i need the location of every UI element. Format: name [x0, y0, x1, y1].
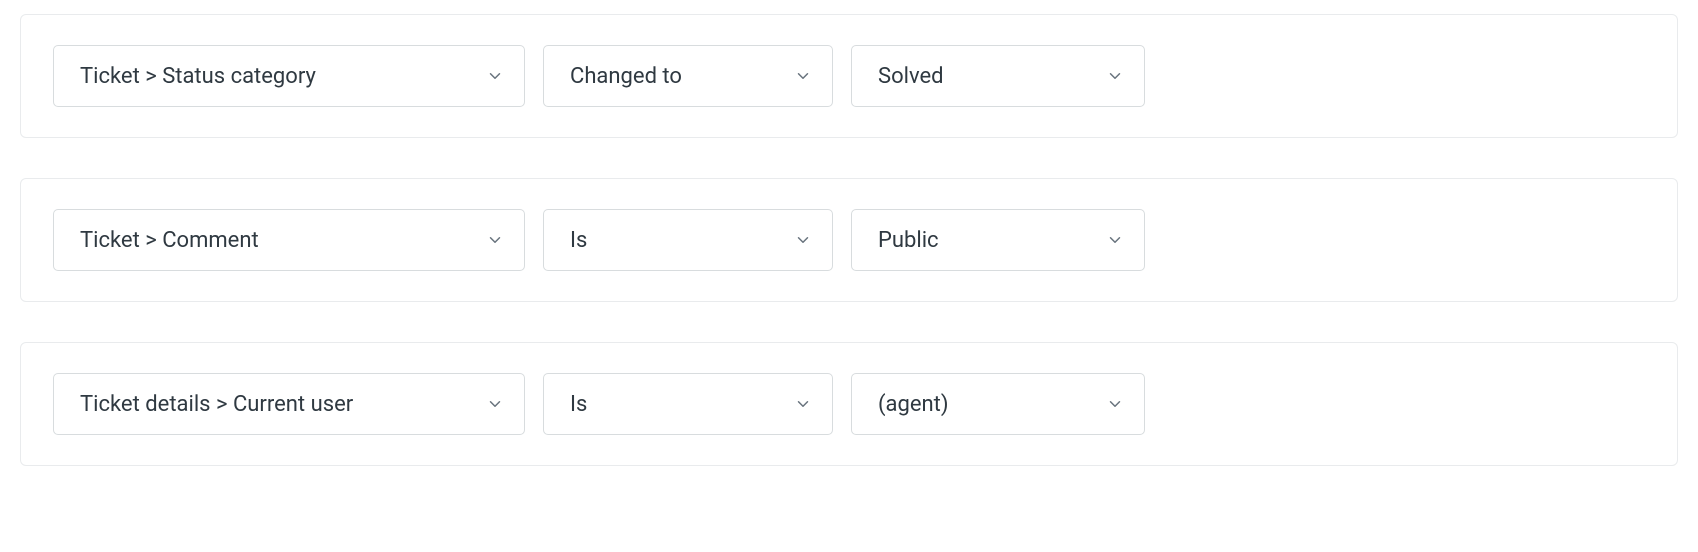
- field-select[interactable]: Ticket > Comment: [53, 209, 525, 271]
- field-select-label: Ticket > Status category: [80, 64, 316, 89]
- chevron-down-icon: [794, 231, 812, 249]
- field-select[interactable]: Ticket > Status category: [53, 45, 525, 107]
- field-select-label: Ticket details > Current user: [80, 392, 353, 417]
- value-select-label: Public: [878, 228, 939, 253]
- value-select[interactable]: (agent): [851, 373, 1145, 435]
- field-select-label: Ticket > Comment: [80, 228, 259, 253]
- operator-select-label: Is: [570, 228, 587, 253]
- condition-row: Ticket > Comment Is Public: [20, 178, 1678, 302]
- condition-row: Ticket > Status category Changed to Solv…: [20, 14, 1678, 138]
- chevron-down-icon: [794, 395, 812, 413]
- chevron-down-icon: [794, 67, 812, 85]
- value-select-label: Solved: [878, 64, 944, 89]
- chevron-down-icon: [486, 395, 504, 413]
- operator-select[interactable]: Changed to: [543, 45, 833, 107]
- chevron-down-icon: [1106, 395, 1124, 413]
- chevron-down-icon: [486, 67, 504, 85]
- value-select[interactable]: Public: [851, 209, 1145, 271]
- operator-select[interactable]: Is: [543, 209, 833, 271]
- field-select[interactable]: Ticket details > Current user: [53, 373, 525, 435]
- operator-select[interactable]: Is: [543, 373, 833, 435]
- operator-select-label: Changed to: [570, 64, 682, 89]
- operator-select-label: Is: [570, 392, 587, 417]
- chevron-down-icon: [486, 231, 504, 249]
- value-select-label: (agent): [878, 392, 949, 417]
- value-select[interactable]: Solved: [851, 45, 1145, 107]
- condition-row: Ticket details > Current user Is (agent): [20, 342, 1678, 466]
- chevron-down-icon: [1106, 67, 1124, 85]
- chevron-down-icon: [1106, 231, 1124, 249]
